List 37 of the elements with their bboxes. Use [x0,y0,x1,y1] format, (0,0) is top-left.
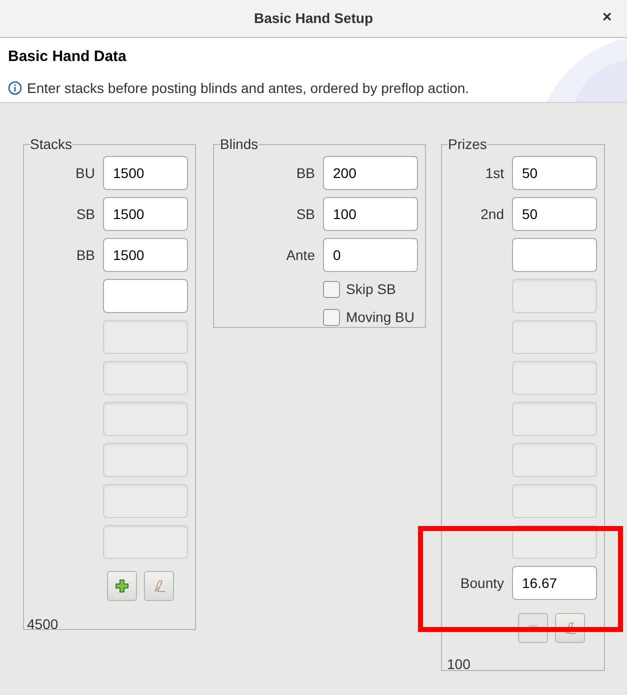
input-field[interactable]: 1500 [103,197,188,231]
field-label: SB [296,204,315,224]
field-label: 2nd [480,204,504,224]
checkbox-option[interactable]: Skip SB [323,275,418,303]
header-title: Basic Hand Data [8,47,128,67]
input-field[interactable]: 16.67 [512,566,597,600]
field-label: 1st [485,164,504,182]
input-field[interactable]: 0 [323,238,418,272]
input-field[interactable]: 50 [512,197,597,231]
close-button[interactable]: × [597,8,617,28]
checkbox-option[interactable]: Moving BU [323,303,418,331]
window-title: Basic Hand Setup [254,9,374,28]
checkbox[interactable] [323,308,340,326]
clear-button[interactable] [144,571,174,601]
input-field[interactable]: 1500 [103,156,188,190]
add-button[interactable] [107,571,137,601]
input-field[interactable]: 50 [512,156,597,190]
input-field[interactable]: 1500 [103,238,188,272]
plus-icon [115,579,129,593]
field-label: BB [76,246,95,264]
info-icon [8,81,22,95]
stacks-total: 4500 [27,615,60,634]
field-label: BB [296,164,315,182]
field-label: BU [76,164,95,182]
input-field[interactable] [512,238,597,272]
info-text: Enter stacks before posting blinds and antes, ordered by preflop action. [27,78,470,98]
field-label: Ante [286,246,315,264]
group-title: Prizes [448,135,487,154]
prizes-total: 100 [447,655,472,674]
group-title: Stacks [30,135,72,154]
checkbox[interactable] [323,280,340,298]
input-field[interactable] [103,279,188,313]
input-field[interactable]: 200 [323,156,418,190]
field-label: Bounty [460,574,504,593]
input-field[interactable]: 100 [323,197,418,231]
group-title: Blinds [220,135,258,154]
field-label: SB [76,204,95,224]
